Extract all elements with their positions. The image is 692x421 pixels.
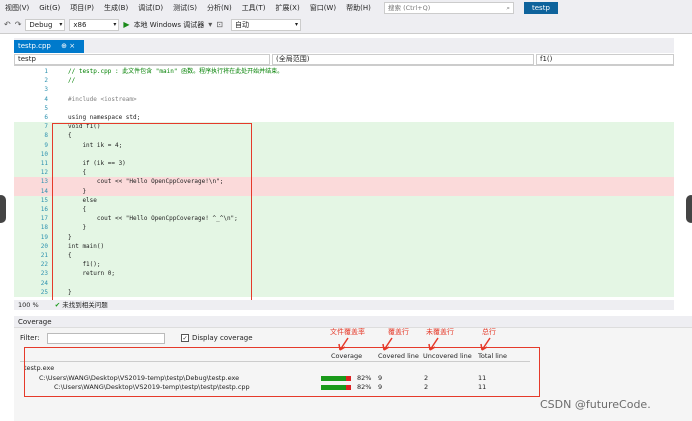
platform-value: x86	[73, 20, 87, 29]
check-icon: ✔	[54, 301, 61, 309]
line-number: 11	[40, 160, 48, 167]
line-number: 16	[40, 206, 48, 213]
code-text: #include <iostream>	[68, 95, 137, 103]
code-text: // testp.cpp : 此文件包含 "main" 函数。程序执行将在此处开…	[68, 68, 284, 75]
highlight-box-code	[52, 123, 252, 302]
redo-icon[interactable]: ↷	[15, 20, 22, 29]
line-number: 12	[40, 169, 48, 177]
project-dropdown-value: testp	[18, 55, 36, 63]
line-number: 13	[40, 178, 48, 186]
line-number: 14	[40, 187, 48, 195]
filter-label: Filter:	[20, 334, 40, 342]
watermark: CSDN @futureCode.	[540, 398, 651, 411]
menu-item[interactable]: 工具(T)	[237, 3, 271, 13]
menu-bar: 视图(V) Git(G) 项目(P) 生成(B) 调试(D) 测试(S) 分析(N) 工具(T…	[0, 0, 692, 16]
line-number: 18	[40, 224, 48, 232]
annotation-arrows	[338, 337, 491, 351]
scope-dropdown-value: (全局范围)	[276, 55, 310, 63]
code-line[interactable]: 4 #include <iostream>	[14, 95, 674, 104]
line-number: 24	[40, 279, 48, 287]
line-number: 22	[40, 261, 48, 269]
chevron-down-icon: ▾	[294, 20, 298, 28]
scope-dropdown[interactable]: (全局范围)	[272, 54, 534, 65]
line-number: 25	[40, 288, 48, 296]
menu-item[interactable]: 分析(N)	[202, 3, 237, 13]
toolbar: ↶ ↷ Debug ▾ x86 ▾ ▶ 本地 Windows 调试器 ▾ ⊡ 自动 ▾	[0, 16, 692, 34]
line-number: 10	[40, 150, 48, 158]
left-scroll-handle[interactable]	[0, 195, 6, 223]
line-number: 17	[40, 215, 48, 223]
editor-status-bar: 100 % ✔ 未找到相关问题	[14, 300, 674, 310]
chevron-down-icon: ▾	[113, 20, 117, 28]
code-line[interactable]: 1 // testp.cpp : 此文件包含 "main" 函数。程序执行将在此处…	[14, 67, 674, 76]
line-number: 9	[44, 141, 48, 149]
undo-icon[interactable]: ↶	[4, 20, 11, 29]
tab-label: testp.cpp	[18, 42, 51, 50]
project-name: testp	[524, 2, 558, 14]
menu-item[interactable]: Git(G)	[34, 4, 65, 12]
line-number: 4	[44, 95, 48, 103]
code-line[interactable]: 5	[14, 104, 674, 113]
status-message: 未找到相关问题	[62, 301, 108, 309]
line-number: 21	[40, 252, 48, 259]
chevron-down-icon[interactable]: ▾	[208, 20, 212, 29]
line-number: 7	[44, 123, 48, 131]
pin-icon[interactable]: ⊕	[61, 42, 67, 50]
debugger-button[interactable]: 本地 Windows 调试器	[134, 20, 205, 30]
zoom-level[interactable]: 100 %	[14, 301, 39, 309]
filter-input[interactable]	[47, 333, 165, 344]
line-number: 23	[40, 270, 48, 278]
line-number: 15	[40, 196, 48, 204]
menu-item[interactable]: 扩展(X)	[270, 3, 304, 13]
config-select[interactable]: Debug ▾	[25, 18, 66, 31]
project-dropdown[interactable]: testp	[14, 54, 270, 65]
code-line[interactable]: 3	[14, 85, 674, 94]
tab-strip	[14, 38, 674, 53]
line-number: 1	[44, 68, 48, 75]
platform-select[interactable]: x86 ▾	[69, 18, 120, 31]
close-icon[interactable]: ×	[69, 42, 75, 50]
menu-item[interactable]: 视图(V)	[0, 3, 34, 13]
navigation-bar: testp (全局范围) f1()	[14, 53, 674, 66]
search-icon: ⌕	[506, 4, 510, 12]
function-dropdown[interactable]: f1()	[536, 54, 674, 65]
highlight-box-coverage	[24, 347, 540, 397]
right-scroll-handle[interactable]	[686, 195, 692, 223]
mode-value: 自动	[234, 20, 249, 29]
search-placeholder: 搜索 (Ctrl+Q)	[388, 4, 431, 12]
menu-item[interactable]: 帮助(H)	[341, 3, 376, 13]
menu-item[interactable]: 生成(B)	[99, 3, 133, 13]
line-number: 3	[44, 86, 48, 94]
line-number: 19	[40, 233, 48, 241]
config-value: Debug	[29, 20, 53, 29]
attach-icon[interactable]: ⊡	[216, 20, 223, 29]
menu-item[interactable]: 项目(P)	[65, 3, 99, 13]
line-number: 6	[44, 114, 48, 121]
line-number: 2	[44, 77, 48, 85]
function-dropdown-value: f1()	[540, 55, 553, 63]
code-line[interactable]: 2 //	[14, 76, 674, 85]
display-coverage-label: Display coverage	[192, 334, 253, 342]
code-line[interactable]: 6 using namespace std;	[14, 113, 674, 122]
play-icon[interactable]: ▶	[123, 20, 129, 29]
tab-testp-cpp[interactable]: testp.cpp ⊕ ×	[14, 40, 84, 53]
line-number: 5	[44, 104, 48, 112]
line-number: 20	[40, 242, 48, 250]
code-text: //	[68, 77, 76, 85]
menu-item[interactable]: 窗口(W)	[305, 3, 341, 13]
menu-item[interactable]: 测试(S)	[168, 3, 202, 13]
line-number: 8	[44, 132, 48, 140]
code-text: using namespace std;	[68, 114, 141, 121]
display-coverage-checkbox[interactable]: ✓	[181, 334, 189, 342]
mode-select[interactable]: 自动 ▾	[230, 18, 301, 31]
chevron-down-icon: ▾	[59, 20, 63, 28]
menu-item[interactable]: 调试(D)	[133, 3, 168, 13]
search-input[interactable]: 搜索 (Ctrl+Q) ⌕	[384, 2, 514, 14]
